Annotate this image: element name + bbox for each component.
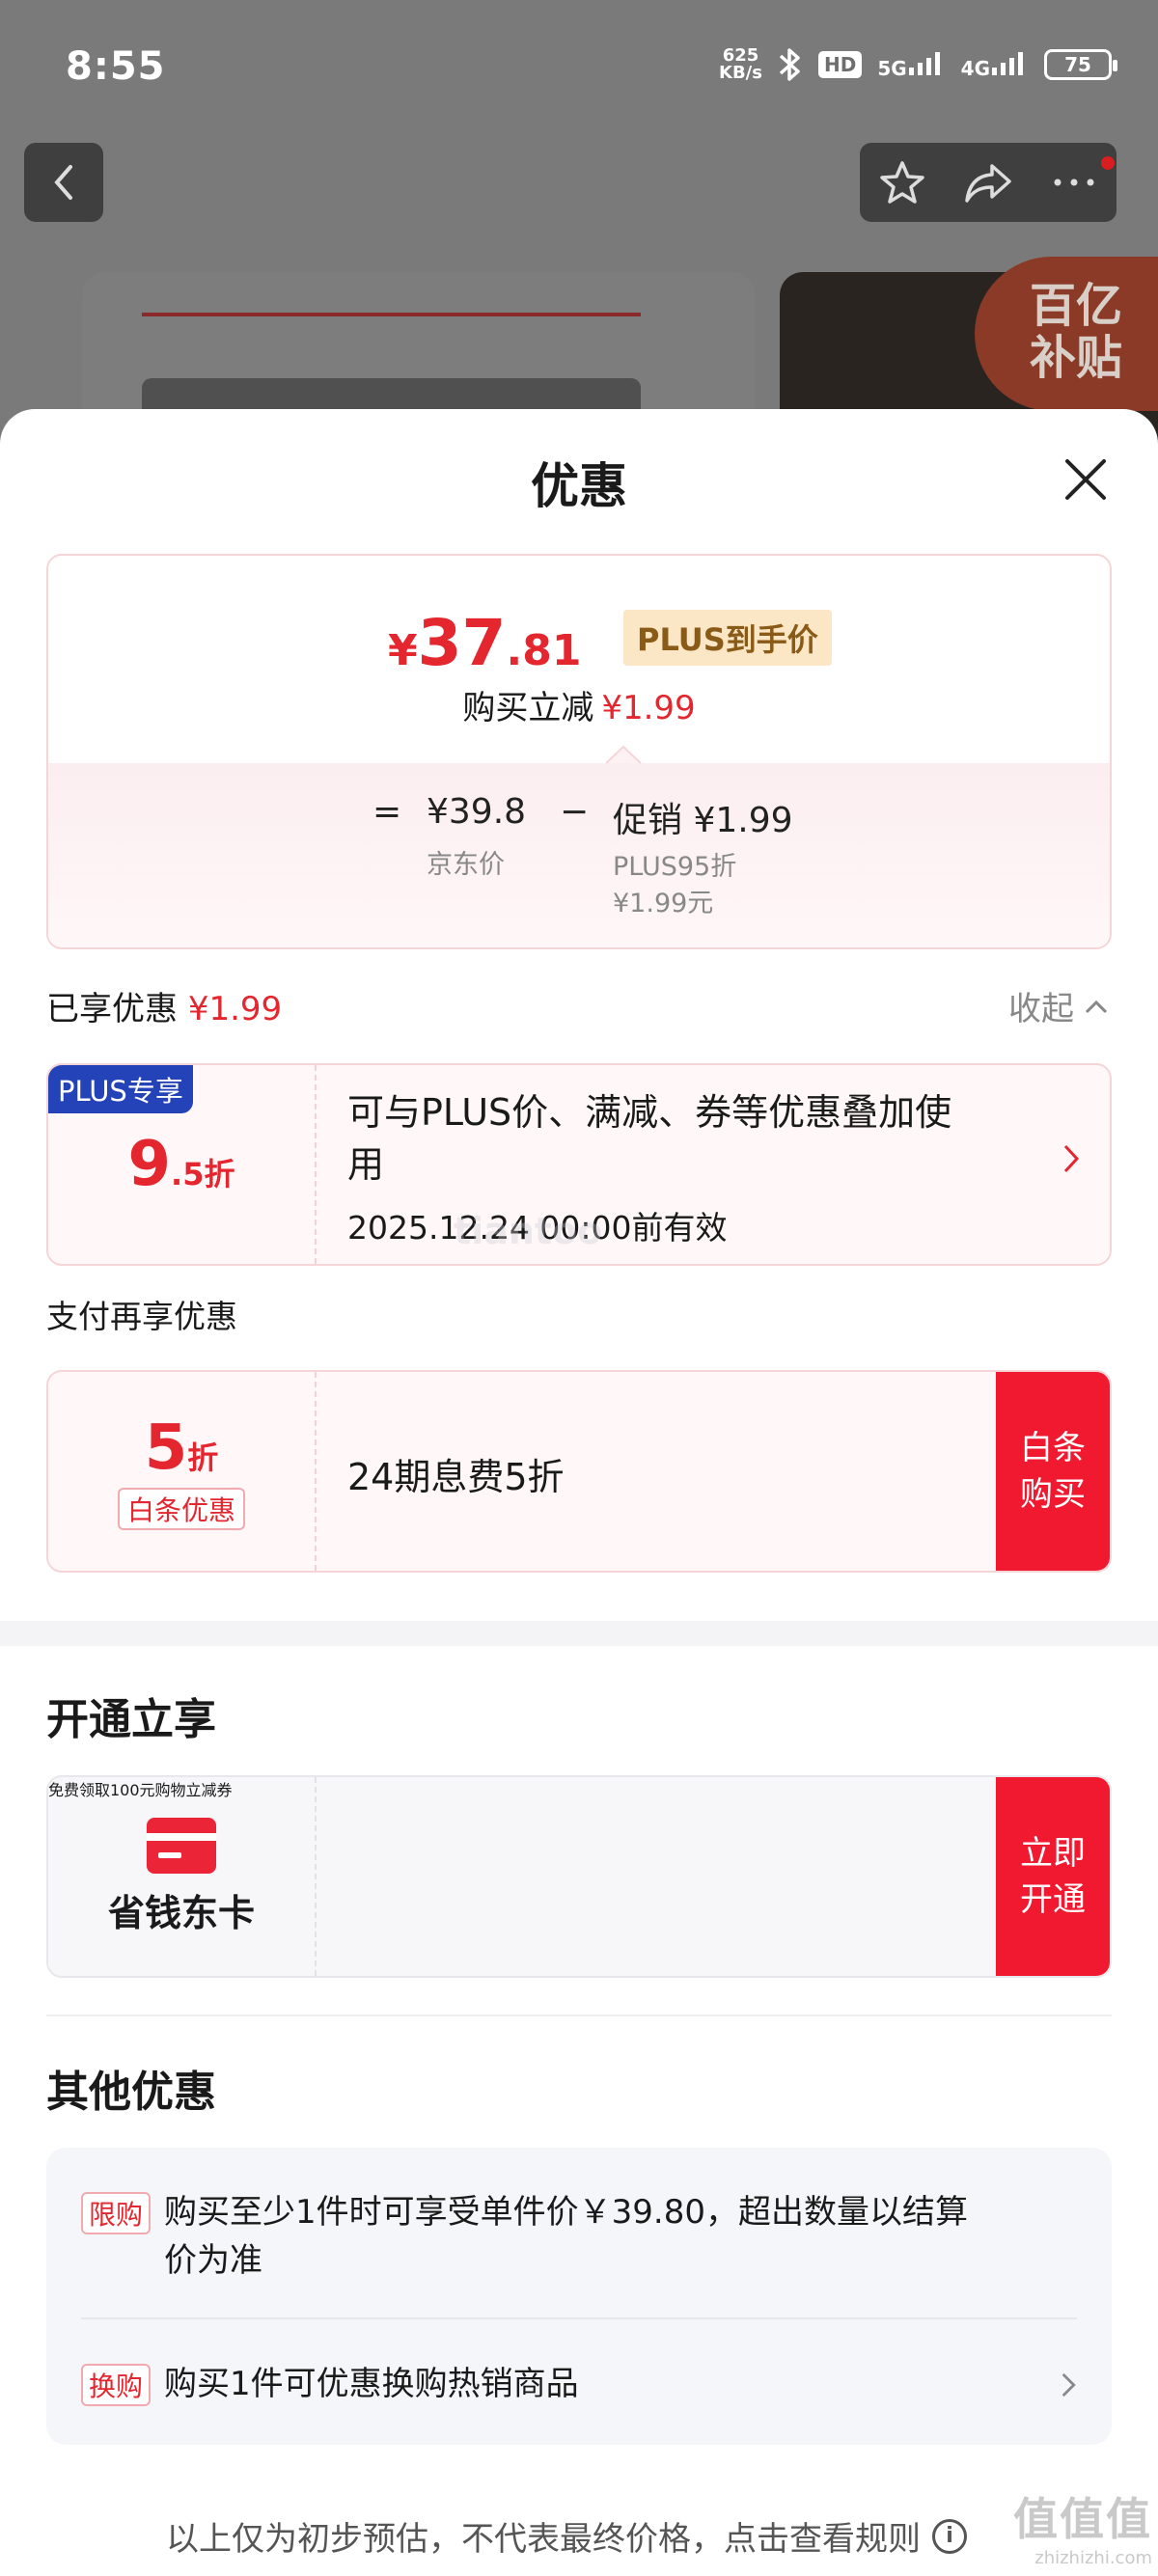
- chevron-left-icon: [54, 165, 72, 200]
- share-icon[interactable]: [963, 158, 1013, 206]
- other-discounts-list: 限购 购买至少1件时可享受单件价￥39.80，超出数量以结算 价为准 换购 购买…: [46, 2148, 1112, 2445]
- baitiao-tag: 白条优惠: [117, 1488, 245, 1530]
- watermark-logo: 值值值 zhizhizhi.com: [1013, 2493, 1152, 2568]
- equals-sign: =: [372, 792, 402, 832]
- jd-price-label: 京东价: [427, 850, 505, 880]
- discount-sheet: 优惠 ¥ 37 .81 PLUS到手价 购买立减 ¥1.99 = ¥39.8 京东…: [0, 409, 1158, 2576]
- signal-5g-icon: 5G: [877, 50, 945, 80]
- jd-price-value: ¥39.8: [427, 792, 527, 832]
- status-icons: 625 KB/s HD 5G 4G 75: [719, 45, 1117, 83]
- promo-detail-2: ¥1.99元: [613, 889, 714, 918]
- baitiao-desc: 24期息费5折: [347, 1456, 565, 1498]
- status-bar: 8:55 625 KB/s HD 5G 4G 75: [0, 0, 1158, 135]
- rules-link[interactable]: 以上仅为初步预估，不代表最终价格，点击查看规则 i: [166, 2512, 967, 2560]
- plus-coupon-desc: 可与PLUS价、满减、券等优惠叠加使 用: [347, 1091, 952, 1186]
- section-divider: [0, 1621, 1158, 1646]
- other-section-title: 其他优惠: [46, 2068, 216, 2117]
- battery-icon: 75: [1044, 49, 1117, 80]
- hd-icon: HD: [817, 51, 863, 78]
- signal-4g-icon: 4G: [961, 50, 1029, 80]
- instant-reduction: 购买立减 ¥1.99: [462, 689, 696, 727]
- price-breakdown-card: ¥ 37 .81 PLUS到手价 购买立减 ¥1.99 = ¥39.8 京东价 −…: [46, 554, 1112, 949]
- info-icon: i: [932, 2518, 967, 2554]
- final-price: ¥ 37 .81: [388, 606, 582, 680]
- enjoyed-discount-label: 已享优惠 ¥1.99: [46, 990, 283, 1028]
- star-icon[interactable]: [878, 158, 926, 206]
- baitiao-discount: 5 折 白条优惠: [48, 1372, 317, 1571]
- open-section-title: 开通立享: [46, 1695, 216, 1744]
- open-now-button[interactable]: 立即 开通: [996, 1777, 1110, 1976]
- credit-card-icon: [147, 1817, 216, 1874]
- status-time: 8:55: [66, 44, 166, 89]
- baitiao-coupon-card: 5 折 白条优惠 24期息费5折 白条 购买: [46, 1370, 1112, 1573]
- exchange-tag: 换购: [81, 2364, 152, 2406]
- top-action-group: [860, 143, 1117, 222]
- notification-dot: [1101, 156, 1115, 170]
- plus-price-tag: PLUS到手价: [623, 610, 832, 666]
- net-speed: 625 KB/s: [719, 45, 762, 83]
- chevron-right-icon: [1063, 1144, 1080, 1173]
- pay-section-title: 支付再享优惠: [46, 1298, 237, 1335]
- promo-detail-1: PLUS95折: [613, 852, 737, 882]
- price-card-notch: [606, 745, 641, 764]
- list-item-exchange[interactable]: 换购 购买1件可优惠换购热销商品: [81, 2360, 1077, 2408]
- member-card-name: 省钱东卡: [107, 1891, 255, 1934]
- sheet-title: 优惠: [531, 458, 627, 514]
- subsidy-badge: 百亿 补贴: [975, 257, 1158, 411]
- collapse-toggle[interactable]: 收起: [1008, 982, 1109, 1029]
- back-button[interactable]: [24, 143, 103, 222]
- baitiao-buy-button[interactable]: 白条 购买: [996, 1372, 1110, 1571]
- promo-value: 促销 ¥1.99: [613, 801, 793, 840]
- close-icon[interactable]: [1062, 455, 1110, 504]
- limit-tag: 限购: [81, 2192, 152, 2234]
- list-item-purchase-limit: 限购 购买至少1件时可享受单件价￥39.80，超出数量以结算 价为准: [81, 2188, 1033, 2285]
- bluetooth-icon: [779, 48, 800, 81]
- minus-sign: −: [560, 792, 590, 832]
- member-card-offer: 省钱东卡 免费领取100元购物立减券 立即 开通: [46, 1775, 1112, 1978]
- watermark-center: tiantoo: [454, 1210, 603, 1252]
- divider: [46, 2014, 1112, 2016]
- more-icon[interactable]: [1050, 173, 1098, 192]
- plus-exclusive-badge: PLUS专享: [48, 1065, 193, 1113]
- chevron-up-icon: [1085, 1000, 1108, 1013]
- chevron-right-icon: [1062, 2372, 1076, 2398]
